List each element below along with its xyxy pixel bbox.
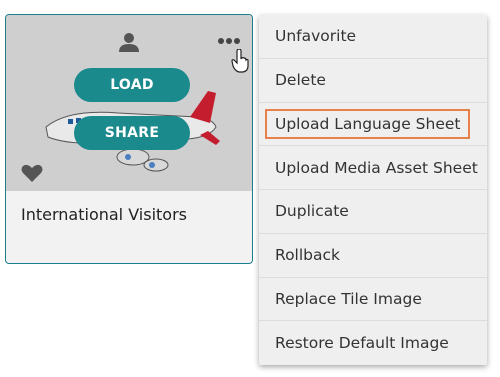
- hand-pointer-icon: [231, 49, 249, 73]
- share-button[interactable]: SHARE: [74, 116, 190, 150]
- menu-item-label: Upload Media Asset Sheet: [275, 158, 478, 177]
- menu-item-upload-language-sheet[interactable]: Upload Language Sheet: [259, 103, 487, 147]
- load-button[interactable]: LOAD: [74, 68, 190, 102]
- project-tile[interactable]: LOAD SHARE International Visitors: [5, 14, 253, 264]
- user-icon: [119, 33, 139, 52]
- tile-image: LOAD SHARE: [6, 15, 252, 191]
- menu-item-restore-default-image[interactable]: Restore Default Image: [259, 321, 487, 365]
- context-menu: Unfavorite Delete Upload Language Sheet …: [259, 15, 487, 365]
- heart-icon[interactable]: [21, 163, 43, 183]
- menu-item-label: Delete: [275, 71, 326, 90]
- menu-item-label: Duplicate: [275, 202, 349, 221]
- menu-item-rollback[interactable]: Rollback: [259, 234, 487, 278]
- tile-title: International Visitors: [21, 205, 187, 224]
- menu-item-upload-media-asset-sheet[interactable]: Upload Media Asset Sheet: [259, 146, 487, 190]
- menu-item-label: Unfavorite: [275, 27, 357, 46]
- menu-item-label: Rollback: [275, 246, 341, 265]
- menu-item-label: Upload Language Sheet: [264, 108, 471, 139]
- ellipsis-icon[interactable]: [218, 37, 240, 45]
- menu-item-unfavorite[interactable]: Unfavorite: [259, 15, 487, 59]
- menu-item-duplicate[interactable]: Duplicate: [259, 190, 487, 234]
- menu-item-delete[interactable]: Delete: [259, 59, 487, 103]
- menu-item-replace-tile-image[interactable]: Replace Tile Image: [259, 278, 487, 322]
- menu-item-label: Restore Default Image: [275, 334, 449, 353]
- menu-item-label: Replace Tile Image: [275, 289, 422, 308]
